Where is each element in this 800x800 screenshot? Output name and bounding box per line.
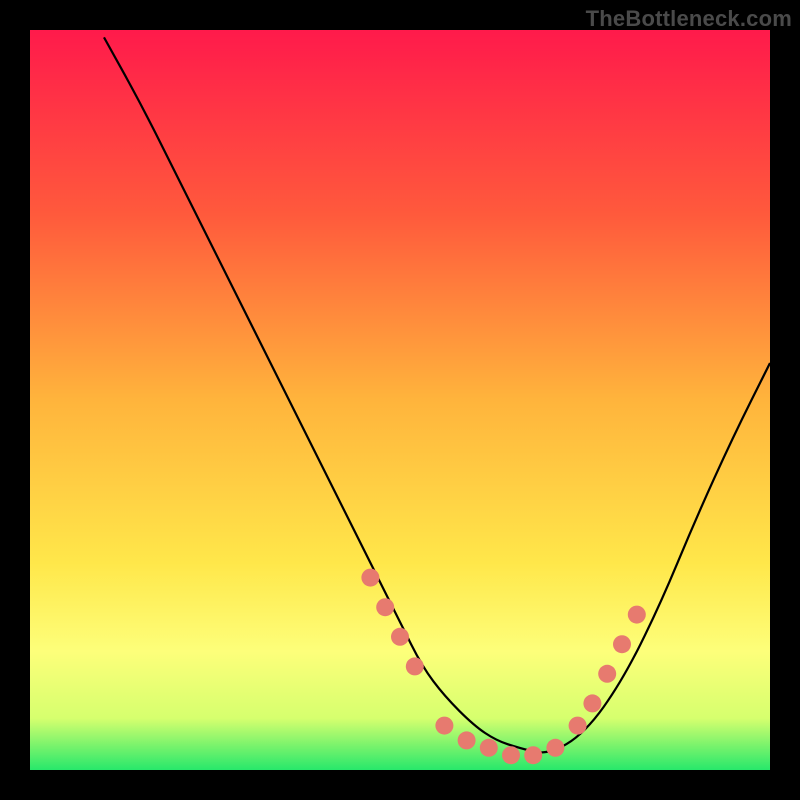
chart-marker xyxy=(406,657,424,675)
chart-marker xyxy=(435,717,453,735)
chart-marker xyxy=(361,569,379,587)
chart-marker xyxy=(569,717,587,735)
chart-marker xyxy=(458,731,476,749)
chart-frame: TheBottleneck.com xyxy=(0,0,800,800)
watermark-label: TheBottleneck.com xyxy=(586,6,792,32)
chart-marker xyxy=(480,739,498,757)
chart-marker xyxy=(598,665,616,683)
chart-marker xyxy=(391,628,409,646)
chart-svg xyxy=(30,30,770,770)
chart-marker xyxy=(376,598,394,616)
chart-marker xyxy=(613,635,631,653)
chart-marker xyxy=(502,746,520,764)
chart-plot-area xyxy=(30,30,770,770)
chart-marker xyxy=(524,746,542,764)
chart-marker xyxy=(628,606,646,624)
chart-background xyxy=(30,30,770,770)
chart-marker xyxy=(583,694,601,712)
chart-marker xyxy=(546,739,564,757)
